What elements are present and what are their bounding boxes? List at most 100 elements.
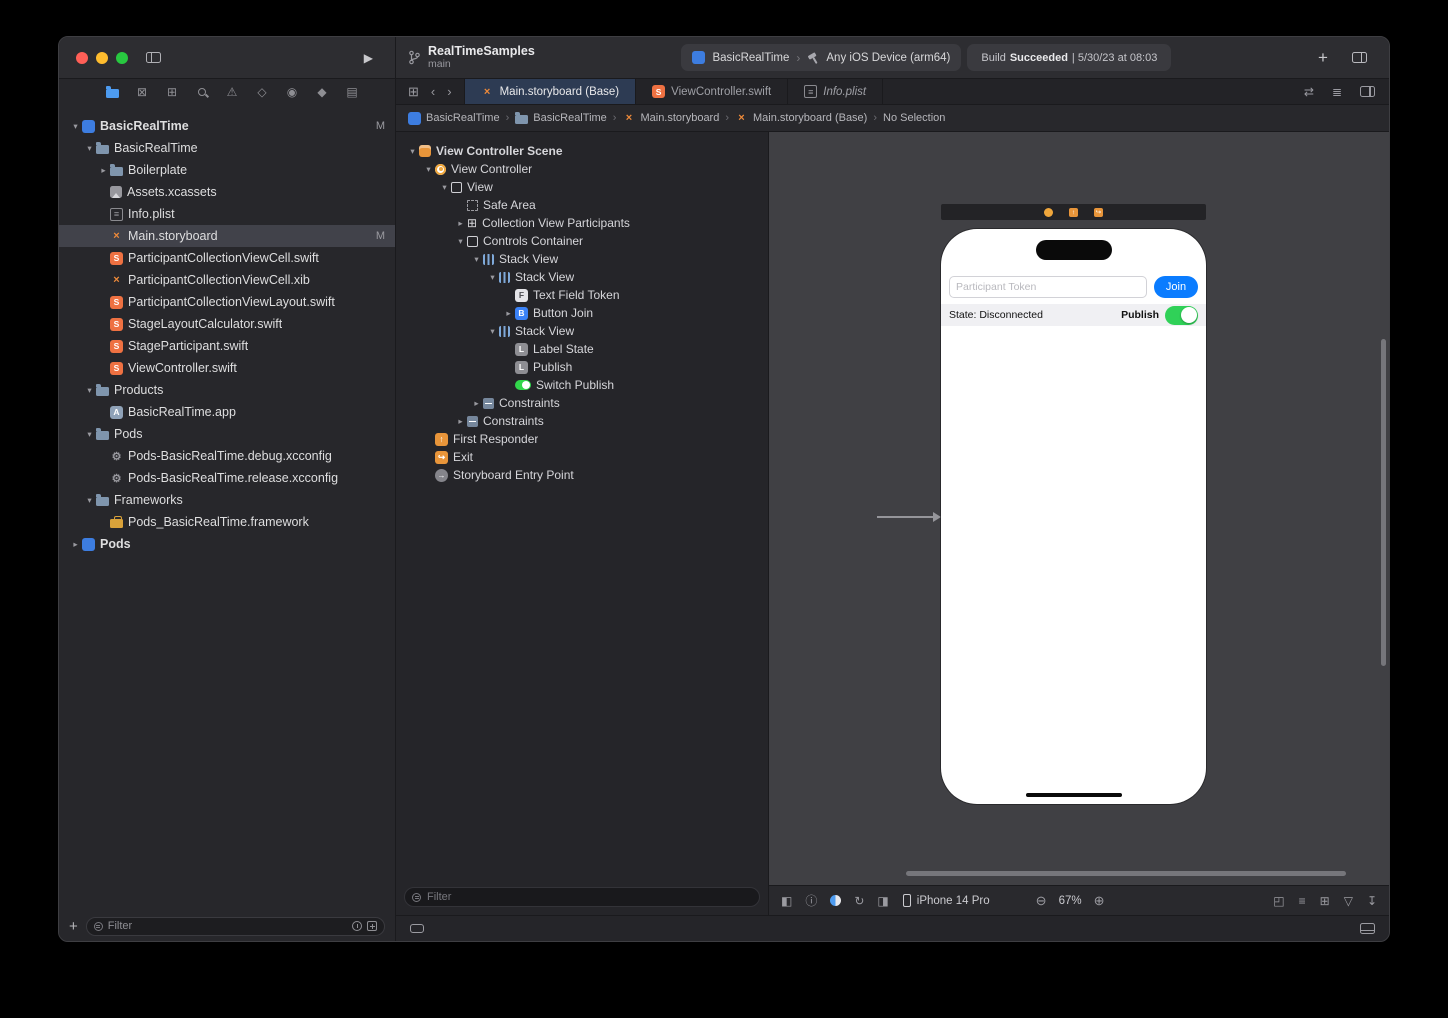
file-row[interactable]: ⚙Pods-BasicRealTime.debug.xcconfig xyxy=(59,445,395,467)
dock-view-controller-icon[interactable] xyxy=(1044,208,1053,217)
library-button[interactable]: + xyxy=(1318,49,1328,66)
project-navigator-tab[interactable] xyxy=(97,87,127,98)
outline-row[interactable]: LPublish xyxy=(396,358,768,376)
canvas-page-icon[interactable] xyxy=(410,924,424,933)
disclosure-triangle[interactable]: ▾ xyxy=(486,326,499,337)
publish-switch[interactable] xyxy=(1165,306,1198,325)
rotate-device-button[interactable]: ↻ xyxy=(854,895,864,907)
device-selector[interactable]: iPhone 14 Pro xyxy=(903,894,990,907)
disclosure-triangle[interactable]: ▾ xyxy=(470,254,483,265)
back-chevron-button[interactable]: ‹ xyxy=(431,85,435,98)
dock-exit-icon[interactable]: ↪ xyxy=(1094,208,1103,217)
storyboard-entry-arrow[interactable] xyxy=(877,516,939,518)
disclosure-triangle[interactable]: ▾ xyxy=(406,146,419,157)
file-row[interactable]: Assets.xcassets xyxy=(59,181,395,203)
breadcrumb-item[interactable]: No Selection xyxy=(883,112,945,124)
activity-viewer[interactable]: Build Succeeded | 5/30/23 at 08:03 xyxy=(967,44,1171,71)
file-row[interactable]: ▸Pods xyxy=(59,533,395,555)
outline-row[interactable]: ↑First Responder xyxy=(396,430,768,448)
outline-filter-field[interactable]: Filter xyxy=(404,887,760,907)
close-window-button[interactable] xyxy=(76,52,88,64)
info-button[interactable]: ⓘ xyxy=(805,895,817,907)
disclosure-triangle[interactable]: ▾ xyxy=(83,429,96,440)
disclosure-triangle[interactable]: ▸ xyxy=(97,165,110,176)
file-row[interactable]: ▾BasicRealTimeM xyxy=(59,115,395,137)
disclosure-triangle[interactable]: ▸ xyxy=(69,539,82,550)
outline-row[interactable]: LLabel State xyxy=(396,340,768,358)
outline-row[interactable]: ▾Controls Container xyxy=(396,232,768,250)
outline-row[interactable]: ▸BButton Join xyxy=(396,304,768,322)
zoom-window-button[interactable] xyxy=(116,52,128,64)
find-tab[interactable] xyxy=(187,88,217,96)
resolve-layout-button[interactable]: ▽ xyxy=(1344,895,1353,907)
issues-tab[interactable]: ⚠ xyxy=(217,86,247,98)
version-editor-button[interactable]: ⇄ xyxy=(1304,86,1314,98)
outline-row[interactable]: Safe Area xyxy=(396,196,768,214)
disclosure-triangle[interactable]: ▾ xyxy=(486,272,499,283)
run-button[interactable]: ▶ xyxy=(364,51,373,65)
breadcrumb-item[interactable]: ×Main.storyboard (Base) xyxy=(735,112,867,125)
editor-pane-button[interactable]: ◧ xyxy=(781,895,792,907)
outline-row[interactable]: ▾Stack View xyxy=(396,268,768,286)
source-control-status-icon[interactable] xyxy=(367,921,377,931)
file-row[interactable]: SParticipantCollectionViewLayout.swift xyxy=(59,291,395,313)
breadcrumb-item[interactable]: BasicRealTime xyxy=(515,112,607,124)
file-row[interactable]: ≡Info.plist xyxy=(59,203,395,225)
breadcrumb-item[interactable]: ×Main.storyboard xyxy=(622,112,719,125)
outline-row[interactable]: →Storyboard Entry Point xyxy=(396,466,768,484)
file-row[interactable]: ×Main.storyboardM xyxy=(59,225,395,247)
horizontal-scrollbar[interactable] xyxy=(906,871,1346,876)
pin-button[interactable]: ◰ xyxy=(1273,895,1284,907)
align-button[interactable]: ≡ xyxy=(1299,895,1306,907)
file-row[interactable]: ⚙Pods-BasicRealTime.release.xcconfig xyxy=(59,467,395,489)
recent-files-icon[interactable] xyxy=(352,921,362,931)
add-constraints-button[interactable]: ⊞ xyxy=(1320,895,1330,907)
outline-row[interactable]: ▾View Controller xyxy=(396,160,768,178)
project-status[interactable]: RealTimeSamples main xyxy=(408,45,535,70)
file-row[interactable]: ▾BasicRealTime xyxy=(59,137,395,159)
file-row[interactable]: ABasicRealTime.app xyxy=(59,401,395,423)
breakpoints-tab[interactable]: ◆ xyxy=(307,86,337,98)
view-controller-preview[interactable]: Participant Token Join State: Disconnect… xyxy=(941,229,1206,804)
editor-options-button[interactable]: ≣ xyxy=(1332,86,1342,98)
navigator-filter-field[interactable]: Filter xyxy=(86,917,385,936)
vertical-scrollbar[interactable] xyxy=(1381,339,1386,666)
minimize-window-button[interactable] xyxy=(96,52,108,64)
debug-area-toggle-icon[interactable] xyxy=(1360,923,1375,934)
file-row[interactable]: ▾Frameworks xyxy=(59,489,395,511)
file-row[interactable]: SViewController.swift xyxy=(59,357,395,379)
outline-row[interactable]: ▸⊞Collection View Participants xyxy=(396,214,768,232)
add-file-button[interactable]: + xyxy=(69,919,78,934)
disclosure-triangle[interactable]: ▸ xyxy=(502,308,515,319)
orientation-button[interactable]: ◨ xyxy=(877,895,888,907)
related-items-button[interactable]: ⊞ xyxy=(408,85,419,98)
publish-label[interactable]: Publish xyxy=(1121,309,1159,321)
breadcrumb-item[interactable]: BasicRealTime xyxy=(408,112,500,125)
disclosure-triangle[interactable]: ▾ xyxy=(69,121,82,132)
outline-row[interactable]: ▸Constraints xyxy=(396,394,768,412)
symbols-tab[interactable]: ⊞ xyxy=(157,86,187,98)
file-row[interactable]: SStageParticipant.swift xyxy=(59,335,395,357)
zoom-value[interactable]: 67% xyxy=(1059,895,1082,907)
outline-row[interactable]: ▾Stack View xyxy=(396,322,768,340)
navigator-toggle-button[interactable] xyxy=(146,52,161,63)
editor-tab[interactable]: SViewController.swift xyxy=(636,79,788,104)
source-control-tab[interactable]: ⊠ xyxy=(127,86,157,98)
editor-tab[interactable]: ×Main.storyboard (Base) xyxy=(464,79,637,104)
tests-tab[interactable]: ◇ xyxy=(247,86,277,98)
file-row[interactable]: SStageLayoutCalculator.swift xyxy=(59,313,395,335)
disclosure-triangle[interactable]: ▾ xyxy=(83,495,96,506)
zoom-out-icon[interactable]: ⊖ xyxy=(1036,894,1047,907)
add-editor-button[interactable] xyxy=(1360,86,1375,97)
appearance-button[interactable] xyxy=(830,895,841,906)
file-row[interactable]: ▾Products xyxy=(59,379,395,401)
outline-row[interactable]: ▾View xyxy=(396,178,768,196)
file-row[interactable]: ▾Pods xyxy=(59,423,395,445)
state-label[interactable]: State: Disconnected xyxy=(949,309,1043,321)
inspector-toggle-button[interactable] xyxy=(1352,52,1367,63)
forward-chevron-button[interactable]: › xyxy=(447,85,451,98)
file-row[interactable]: SParticipantCollectionViewCell.swift xyxy=(59,247,395,269)
disclosure-triangle[interactable]: ▾ xyxy=(422,164,435,175)
embed-button[interactable]: ↧ xyxy=(1367,895,1377,907)
disclosure-triangle[interactable]: ▾ xyxy=(83,143,96,154)
